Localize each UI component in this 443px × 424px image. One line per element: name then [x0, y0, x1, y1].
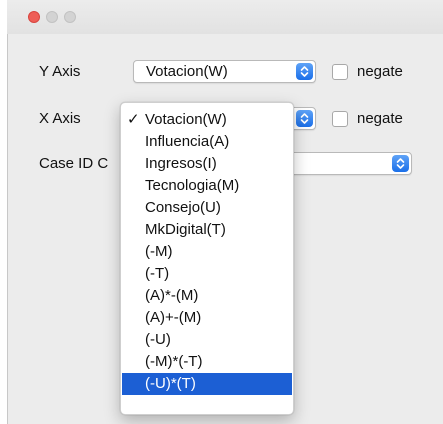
case-id-label: Case ID C	[39, 155, 109, 172]
menu-item-label: Ingresos(I)	[145, 155, 217, 172]
y-axis-popup[interactable]: Votacion(W)	[133, 60, 316, 83]
menu-item-mkdigital[interactable]: MkDigital(T)	[121, 219, 293, 241]
menu-item-label: (-U)	[145, 331, 171, 348]
close-window-icon[interactable]	[28, 11, 40, 23]
x-axis-label: X Axis	[39, 110, 81, 127]
minimize-window-icon[interactable]	[46, 11, 58, 23]
x-axis-negate-checkbox[interactable]	[332, 111, 348, 127]
y-axis-selected-value: Votacion(W)	[146, 63, 228, 80]
menu-item-neg-m-times-neg-t[interactable]: (-M)*(-T)	[121, 351, 293, 373]
menu-item-votacion[interactable]: ✓ Votacion(W)	[121, 109, 293, 131]
x-axis-negate-label: negate	[357, 110, 403, 127]
chevron-up-down-icon	[296, 110, 313, 127]
menu-item-neg-t[interactable]: (-T)	[121, 263, 293, 285]
menu-item-label: Votacion(W)	[145, 111, 227, 128]
menu-item-influencia[interactable]: Influencia(A)	[121, 131, 293, 153]
y-axis-negate-checkbox[interactable]	[332, 64, 348, 80]
menu-item-label: (-U)*(T)	[145, 375, 196, 392]
menu-item-a-plus-neg-m[interactable]: (A)+-(M)	[121, 307, 293, 329]
chevron-up-down-icon	[296, 63, 313, 80]
menu-item-tecnologia[interactable]: Tecnologia(M)	[121, 175, 293, 197]
y-axis-negate-label: negate	[357, 63, 403, 80]
screen: Y Axis Votacion(W) negate X Axis negate …	[0, 0, 443, 424]
menu-item-label: (A)+-(M)	[145, 309, 202, 326]
menu-item-label: (-T)	[145, 265, 170, 282]
menu-item-neg-u[interactable]: (-U)	[121, 329, 293, 351]
window-titlebar	[7, 0, 443, 34]
chevron-up-down-icon	[392, 155, 409, 172]
menu-item-neg-u-times-t[interactable]: (-U)*(T)	[122, 373, 292, 395]
zoom-window-icon[interactable]	[64, 11, 76, 23]
menu-item-label: MkDigital(T)	[145, 221, 226, 238]
menu-item-label: Influencia(A)	[145, 133, 230, 150]
y-axis-label: Y Axis	[39, 63, 81, 80]
menu-item-consejo[interactable]: Consejo(U)	[121, 197, 293, 219]
menu-item-label: Tecnologia(M)	[145, 177, 240, 194]
menu-item-label: Consejo(U)	[145, 199, 221, 216]
menu-item-a-times-neg-m[interactable]: (A)*-(M)	[121, 285, 293, 307]
menu-item-neg-m[interactable]: (-M)	[121, 241, 293, 263]
menu-item-label: (-M)*(-T)	[145, 353, 203, 370]
menu-item-ingresos[interactable]: Ingresos(I)	[121, 153, 293, 175]
x-axis-dropdown-menu: ✓ Votacion(W) Influencia(A) Ingresos(I) …	[120, 102, 294, 415]
menu-item-label: (-M)	[145, 243, 173, 260]
checkmark-icon: ✓	[127, 111, 140, 128]
menu-item-label: (A)*-(M)	[145, 287, 199, 304]
